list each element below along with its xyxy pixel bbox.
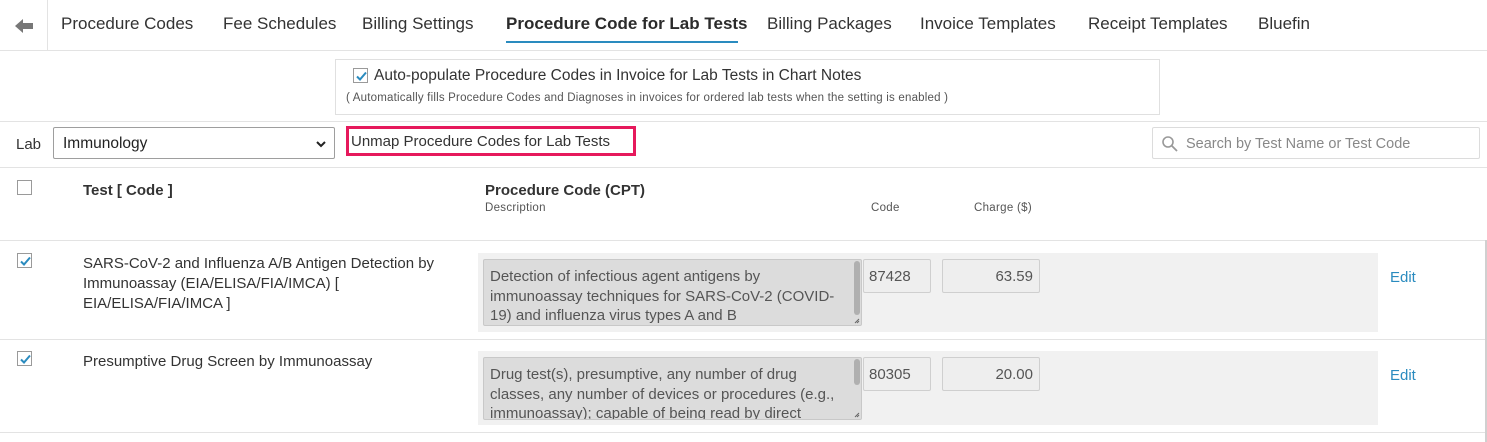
row-checkbox[interactable] xyxy=(17,351,32,366)
description-text: Drug test(s), presumptive, any number of… xyxy=(490,366,835,420)
lab-select-value: Immunology xyxy=(63,135,148,152)
lab-select[interactable]: Immunology xyxy=(53,127,335,159)
edit-link[interactable]: Edit xyxy=(1390,269,1416,286)
header-charge: Charge ($) xyxy=(974,202,1032,214)
select-all-checkbox[interactable] xyxy=(17,180,32,195)
resize-grip-icon[interactable] xyxy=(854,412,860,418)
header-procedure-code: Procedure Code (CPT) xyxy=(485,182,646,199)
divider xyxy=(0,167,1487,168)
tab-procedure-code-lab-tests[interactable]: Procedure Code for Lab Tests xyxy=(506,14,748,34)
auto-populate-note: ( Automatically fills Procedure Codes an… xyxy=(346,92,949,104)
header-code: Code xyxy=(871,202,900,214)
description-textarea[interactable]: Detection of infectious agent antigens b… xyxy=(483,259,862,326)
scrollbar[interactable] xyxy=(854,359,860,385)
test-name: SARS-CoV-2 and Influenza A/B Antigen Det… xyxy=(83,255,435,312)
back-button[interactable] xyxy=(0,0,48,51)
auto-populate-settings: Auto-populate Procedure Codes in Invoice… xyxy=(335,59,1160,115)
code-field[interactable]: 87428 xyxy=(863,259,931,293)
checkmark-icon xyxy=(356,71,367,81)
unmap-label: Unmap Procedure Codes for Lab Tests xyxy=(351,133,611,150)
divider xyxy=(0,432,1487,433)
tab-fee-schedules[interactable]: Fee Schedules xyxy=(223,14,336,34)
header-test: Test [ Code ] xyxy=(83,182,173,199)
tab-bluefin[interactable]: Bluefin xyxy=(1258,14,1310,34)
resize-grip-icon[interactable] xyxy=(854,318,860,324)
chevron-down-icon xyxy=(316,141,326,148)
tab-billing-settings[interactable]: Billing Settings xyxy=(362,14,474,34)
row-checkbox[interactable] xyxy=(17,253,32,268)
edit-link[interactable]: Edit xyxy=(1390,367,1416,384)
checkmark-icon xyxy=(20,354,31,364)
arrow-left-icon xyxy=(14,18,33,33)
divider xyxy=(0,339,1487,340)
tab-billing-packages[interactable]: Billing Packages xyxy=(767,14,892,34)
search-box xyxy=(1152,127,1480,159)
lab-label: Lab xyxy=(16,136,42,153)
description-textarea[interactable]: Drug test(s), presumptive, any number of… xyxy=(483,357,862,420)
checkmark-icon xyxy=(20,256,31,266)
divider xyxy=(0,121,1487,122)
description-text: Detection of infectious agent antigens b… xyxy=(490,268,835,324)
tab-receipt-templates[interactable]: Receipt Templates xyxy=(1088,14,1228,34)
divider xyxy=(0,240,1487,241)
scrollbar[interactable] xyxy=(854,261,860,315)
tab-procedure-codes[interactable]: Procedure Codes xyxy=(61,14,193,34)
header-description: Description xyxy=(485,202,546,214)
auto-populate-label: Auto-populate Procedure Codes in Invoice… xyxy=(374,67,862,84)
test-name: Presumptive Drug Screen by Immunoassay xyxy=(83,353,373,370)
unmap-procedure-codes-button[interactable]: Unmap Procedure Codes for Lab Tests xyxy=(346,126,636,156)
tab-invoice-templates[interactable]: Invoice Templates xyxy=(920,14,1056,34)
search-icon xyxy=(1162,136,1178,152)
search-input[interactable] xyxy=(1186,133,1471,155)
charge-field[interactable]: 20.00 xyxy=(942,357,1040,391)
charge-field[interactable]: 63.59 xyxy=(942,259,1040,293)
top-nav: Procedure Codes Fee Schedules Billing Se… xyxy=(0,0,1487,51)
active-tab-indicator xyxy=(506,41,738,43)
code-field[interactable]: 80305 xyxy=(863,357,931,391)
auto-populate-checkbox[interactable] xyxy=(353,68,368,83)
